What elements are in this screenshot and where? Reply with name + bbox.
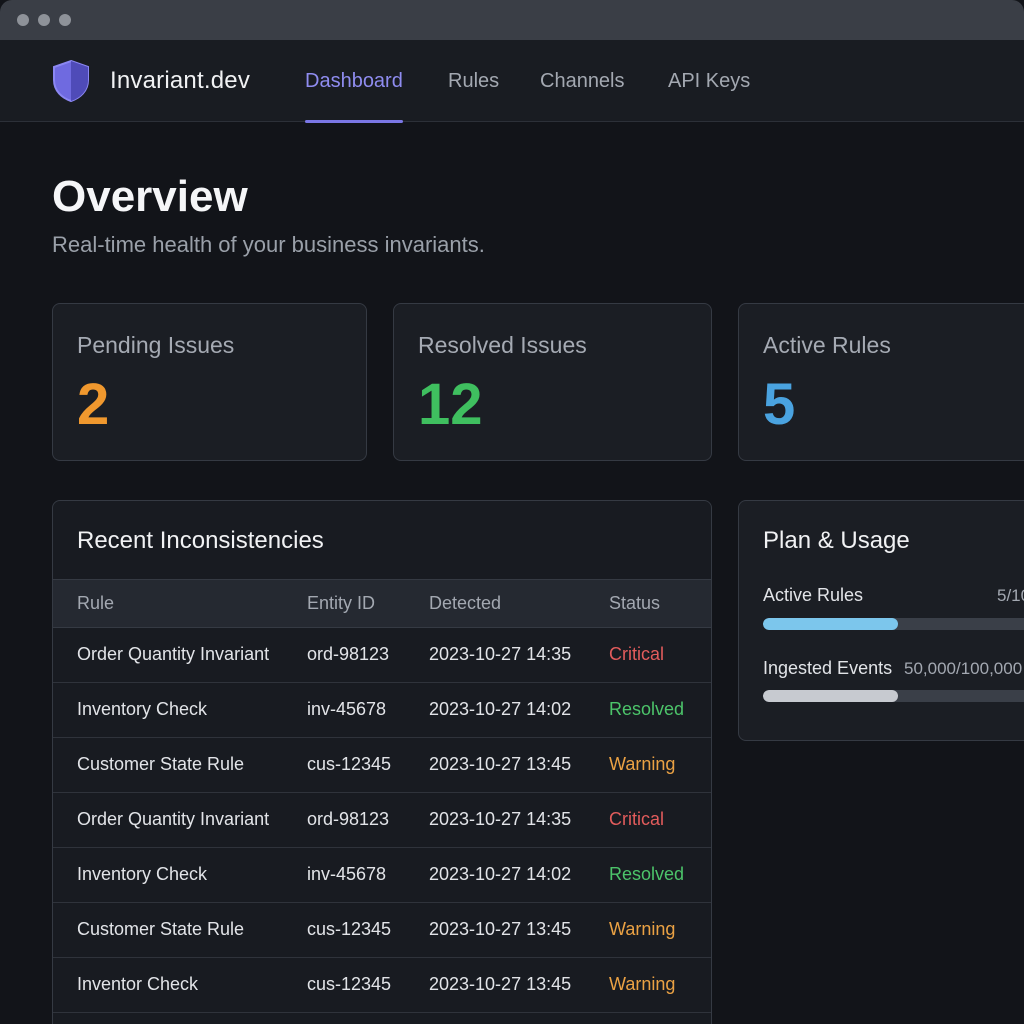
status-badge: Warning	[609, 919, 676, 939]
cell-entity-id: ord-98123	[307, 644, 390, 664]
panel-title: Plan & Usage	[763, 527, 910, 554]
table-header: Rule Entity ID Detected Status	[53, 579, 711, 628]
cell-detected: 2023-10-27 14:02	[429, 864, 572, 884]
stat-card-pending-issues[interactable]: Pending Issues 2	[52, 303, 367, 461]
cell-entity-id: cus-12345	[307, 754, 392, 774]
stat-value: 12	[418, 372, 483, 437]
cell-entity-id: cus-12345	[307, 974, 392, 994]
window-close-button[interactable]	[17, 14, 29, 26]
status-badge: Resolved	[609, 864, 685, 884]
cell-detected: 2023-10-27 13:45	[429, 754, 572, 774]
cell-entity-id: inv-45678	[307, 864, 387, 884]
stat-value: 5	[763, 372, 796, 437]
tab-dashboard[interactable]: Dashboard	[305, 40, 403, 123]
brand-name[interactable]: Invariant.dev	[110, 67, 250, 95]
top-navigation: Invariant.dev Dashboard Rules Channels A…	[0, 40, 1024, 123]
status-badge: Critical	[609, 809, 665, 829]
cell-rule: Customer State Rule	[77, 919, 245, 939]
stat-label: Pending Issues	[77, 332, 235, 358]
column-header-rule[interactable]: Rule	[77, 593, 114, 614]
cell-detected: 2023-10-27 14:02	[429, 699, 572, 719]
cell-rule: Inventor Check	[77, 974, 199, 994]
column-header-entity-id[interactable]: Entity ID	[307, 593, 375, 614]
table-row[interactable]: Order Quantity Invariant ord-98123 2023-10…	[53, 793, 711, 848]
table-row[interactable]: Inventory Check inv-45678 2023-10-27 14:02…	[53, 683, 711, 738]
usage-bar-active-rules	[763, 618, 1024, 630]
column-header-detected[interactable]: Detected	[429, 593, 501, 614]
tab-api-keys[interactable]: API Keys	[668, 40, 750, 122]
usage-value-ingested-events: 50,000/100,000	[904, 659, 1023, 678]
shield-icon[interactable]	[50, 59, 92, 103]
usage-bar-fill	[763, 618, 898, 630]
title-bar	[0, 0, 1024, 40]
cell-rule: Inventory Check	[77, 864, 208, 884]
status-badge: Critical	[609, 644, 665, 664]
panel-title: Recent Inconsistencies	[77, 527, 324, 554]
window-minimize-button[interactable]	[38, 14, 50, 26]
table-row[interactable]: Customer State Rule cus-12345 2023-10-27 1…	[53, 738, 711, 793]
cell-detected: 2023-10-27 14:35	[429, 809, 572, 829]
cell-rule: Order Quantity Invariant	[77, 644, 270, 664]
table-row[interactable]: Inventor Check cus-12345 2023-10-27 13:45 W…	[53, 958, 711, 1013]
app-window: Invariant.dev Dashboard Rules Channels A…	[0, 0, 1024, 1024]
recent-inconsistencies-panel: Recent Inconsistencies Rule Entity ID De…	[52, 500, 712, 1024]
stat-card-active-rules[interactable]: Active Rules 5	[738, 303, 1024, 461]
cell-entity-id: inv-45678	[307, 699, 387, 719]
stat-label: Resolved Issues	[418, 332, 587, 358]
status-badge: Resolved	[609, 699, 685, 719]
page-subtitle: Real-time health of your business invari…	[52, 232, 485, 257]
cell-entity-id: ord-98123	[307, 809, 390, 829]
table-row[interactable]: Inventory Check inv-45678 2023-10-27 14:02…	[53, 848, 711, 903]
page-title: Overview	[52, 172, 248, 221]
window-maximize-button[interactable]	[59, 14, 71, 26]
cell-detected: 2023-10-27 13:45	[429, 919, 572, 939]
tab-rules[interactable]: Rules	[448, 40, 499, 122]
plan-usage-panel: Plan & Usage Active Rules 5/10 Ingested …	[738, 500, 1024, 741]
usage-value-active-rules: 5/10	[997, 586, 1024, 605]
usage-label-active-rules: Active Rules	[763, 585, 864, 605]
column-header-status[interactable]: Status	[609, 593, 660, 614]
cell-rule: Order Quantity Invariant	[77, 809, 270, 829]
tab-channels[interactable]: Channels	[540, 40, 625, 122]
cell-detected: 2023-10-27 13:45	[429, 974, 572, 994]
status-badge: Warning	[609, 974, 676, 994]
cell-rule: Customer State Rule	[77, 754, 245, 774]
stat-value: 2	[77, 372, 110, 437]
stat-card-resolved-issues[interactable]: Resolved Issues 12	[393, 303, 712, 461]
table-row[interactable]: Customer State Rule cus-12345 2023-10-27 1…	[53, 903, 711, 958]
cell-entity-id: cus-12345	[307, 919, 392, 939]
cell-detected: 2023-10-27 14:35	[429, 644, 572, 664]
usage-bar-ingested-events	[763, 690, 1024, 702]
cell-rule: Inventory Check	[77, 699, 208, 719]
stat-label: Active Rules	[763, 332, 891, 358]
status-badge: Warning	[609, 754, 676, 774]
usage-label-ingested-events: Ingested Events	[763, 658, 893, 678]
usage-bar-fill	[763, 690, 898, 702]
table-row[interactable]: Order Quantity Invariant ord-98123 2023-10…	[53, 628, 711, 683]
